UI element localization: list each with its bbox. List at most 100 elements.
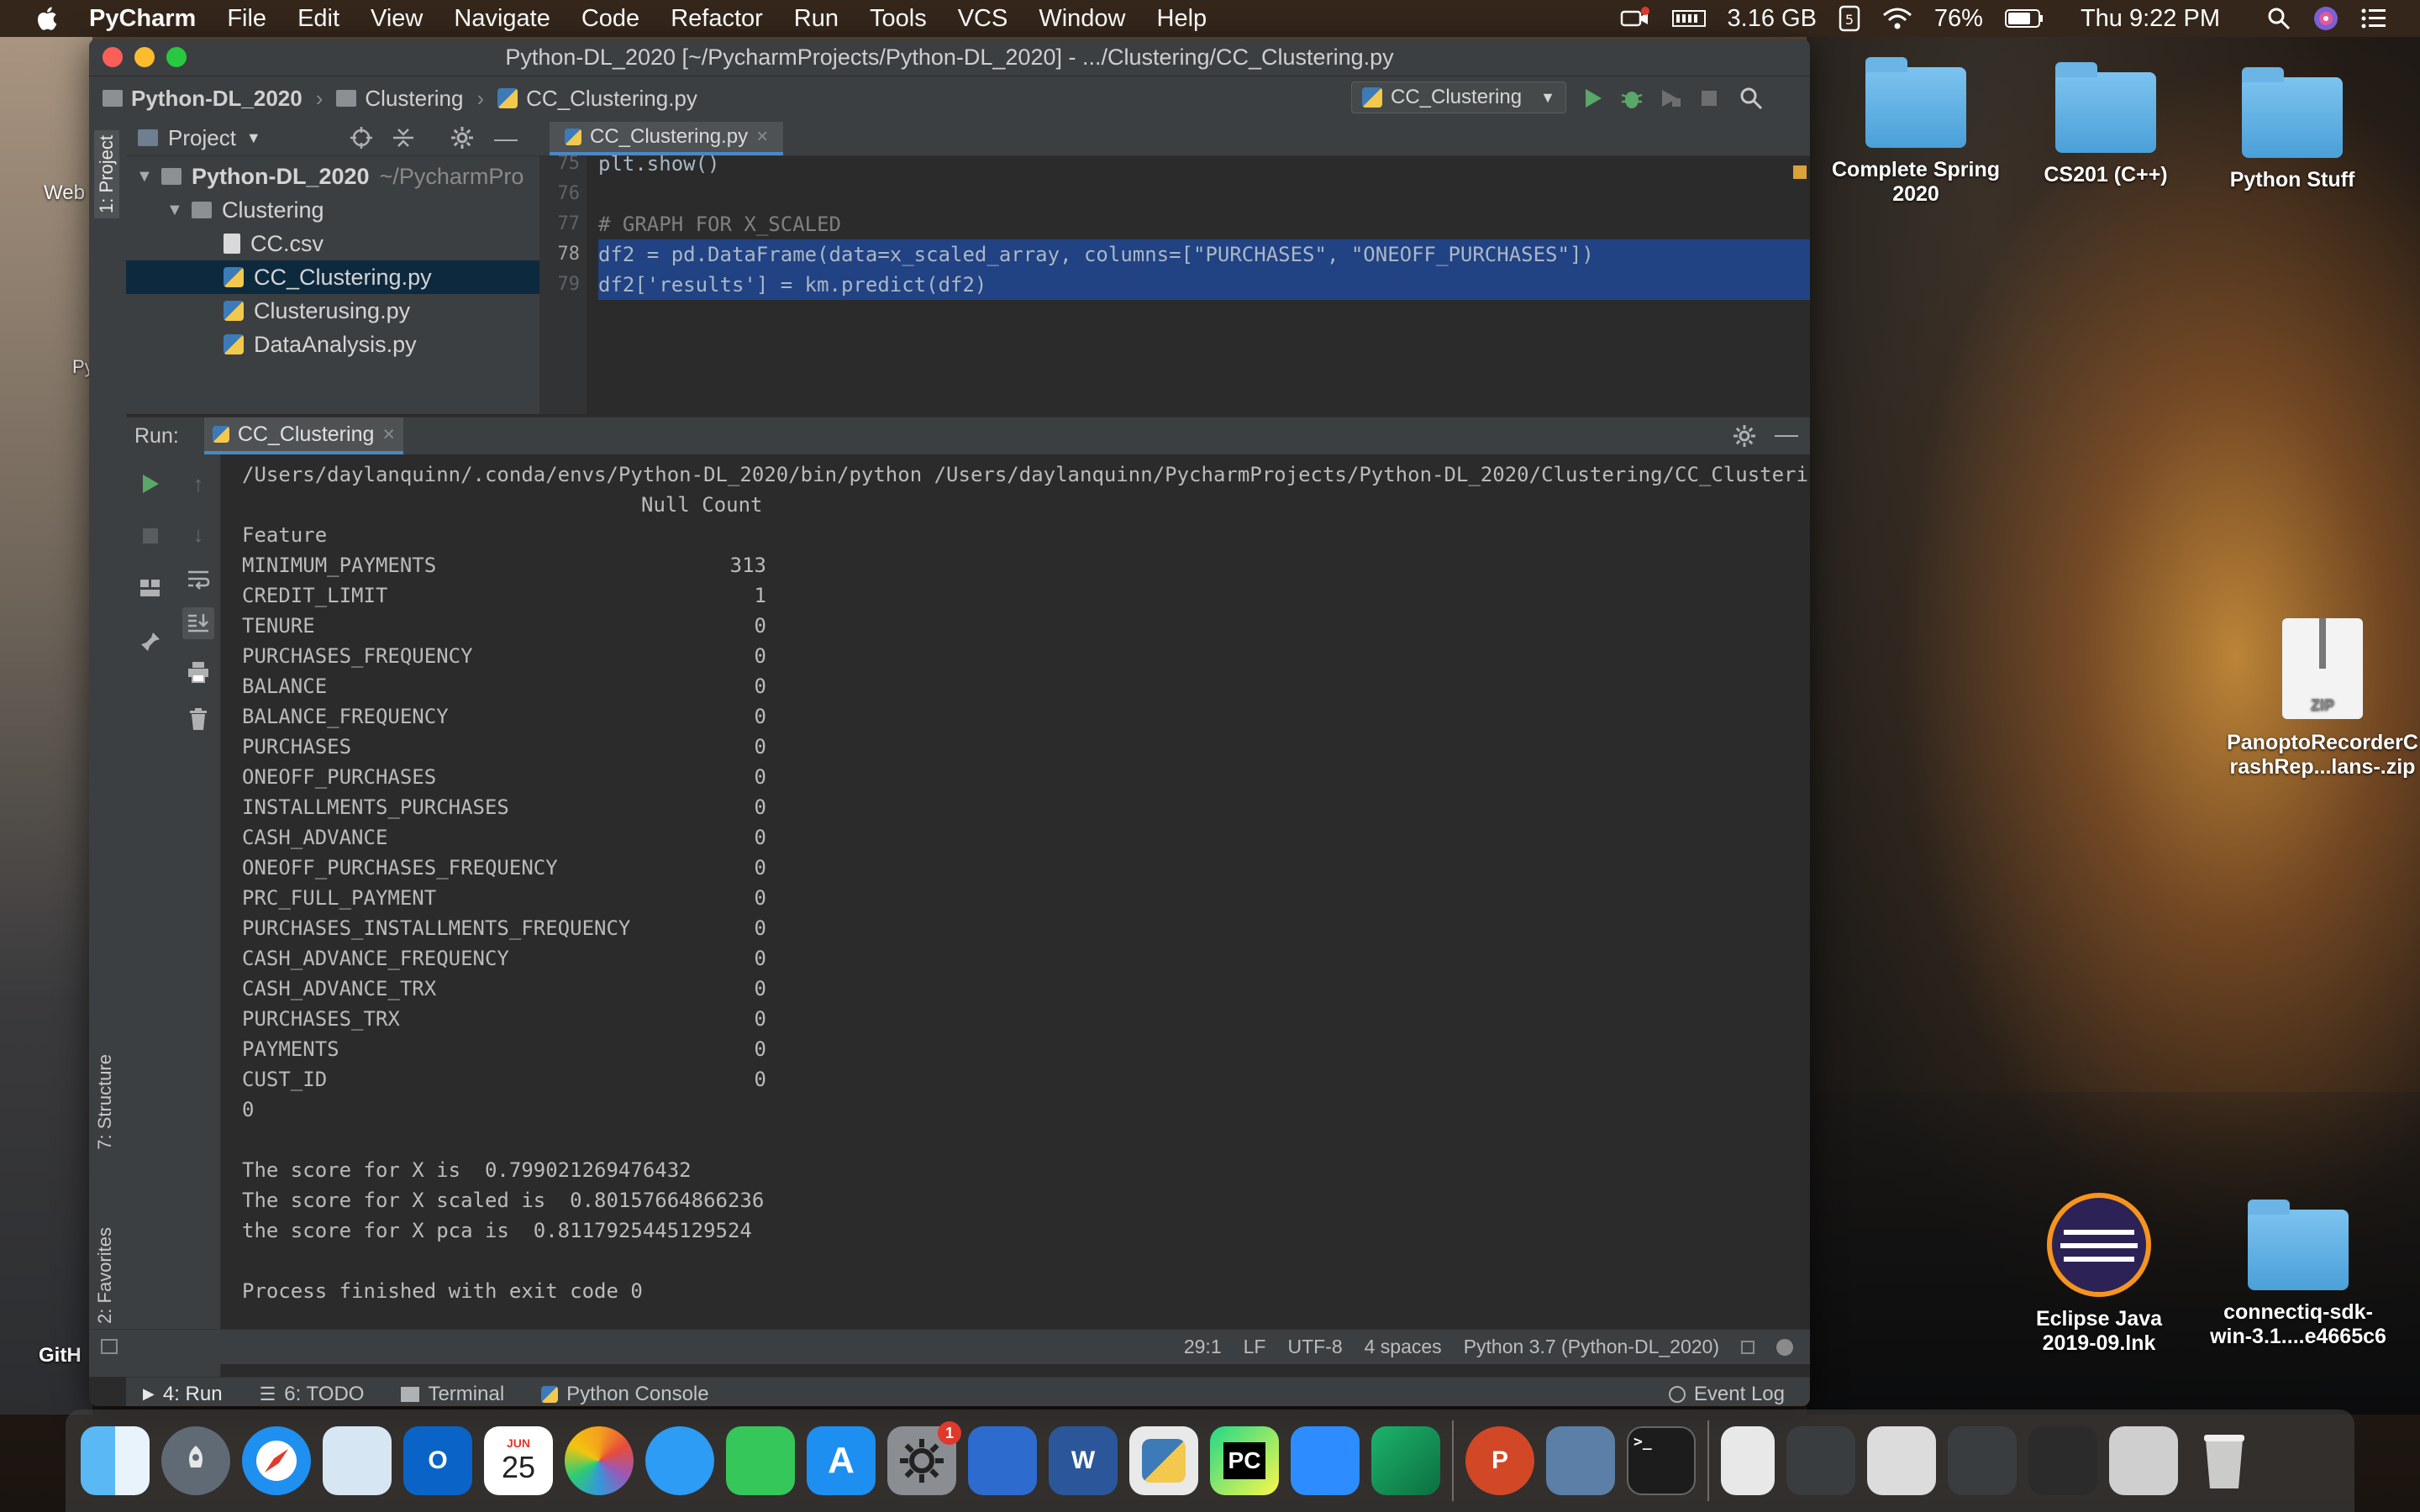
scroll-up-button[interactable]: ↑ — [186, 471, 211, 496]
line-separator[interactable]: LF — [1244, 1336, 1266, 1358]
dock-word[interactable]: W — [1049, 1426, 1118, 1495]
soft-wrap-button[interactable] — [186, 567, 211, 592]
camera-muted-icon[interactable] — [1620, 7, 1650, 30]
locate-file-icon[interactable] — [350, 126, 373, 150]
settings-gear-icon[interactable] — [450, 126, 474, 150]
zoom-window-button[interactable] — [166, 47, 187, 67]
dock-finder[interactable] — [81, 1426, 150, 1495]
python-interpreter[interactable]: Python 3.7 (Python-DL_2020) — [1464, 1336, 1719, 1358]
dock-minimized-window[interactable] — [1948, 1426, 2017, 1495]
project-tool-tab[interactable]: 1: Project — [94, 130, 119, 218]
dock-calendar[interactable]: JUN 25 — [484, 1426, 553, 1495]
desktop-folder-python-stuff[interactable]: Python Stuff — [2208, 67, 2376, 192]
print-button[interactable] — [186, 659, 211, 685]
code-line-selected[interactable]: df2['results'] = km.predict(df2) — [598, 270, 1810, 300]
menu-navigate[interactable]: Navigate — [454, 5, 550, 33]
collapse-all-icon[interactable] — [392, 126, 415, 150]
pin-button[interactable] — [138, 629, 163, 654]
expand-arrow-icon[interactable]: ▼ — [166, 201, 192, 220]
stop-button[interactable] — [1696, 85, 1723, 112]
run-button[interactable] — [1580, 85, 1607, 112]
dock-trash[interactable] — [2190, 1426, 2259, 1495]
scroll-down-button[interactable]: ↓ — [186, 522, 211, 547]
search-everywhere-button[interactable] — [1738, 85, 1765, 112]
indentation[interactable]: 4 spaces — [1365, 1336, 1442, 1358]
structure-tool-tab[interactable]: 7: Structure — [94, 1054, 116, 1150]
dock-pycharm[interactable]: PC — [1210, 1426, 1279, 1495]
battery-icon[interactable] — [2004, 8, 2044, 29]
spotlight-search-icon[interactable] — [2267, 7, 2291, 30]
menu-code[interactable]: Code — [581, 5, 639, 33]
dock-photos[interactable] — [565, 1426, 634, 1495]
dock-powerpoint[interactable]: P — [1465, 1426, 1534, 1495]
dock-downloads-stack[interactable] — [1721, 1426, 1775, 1495]
menu-refactor[interactable]: Refactor — [671, 5, 763, 33]
memory-usage[interactable]: 3.16 GB — [1728, 5, 1817, 33]
wifi-icon[interactable] — [1882, 7, 1912, 30]
rerun-button[interactable] — [138, 471, 163, 496]
tree-item-dataanalysis[interactable]: DataAnalysis.py — [126, 328, 539, 361]
file-encoding[interactable]: UTF-8 — [1287, 1336, 1342, 1358]
layout-button[interactable] — [138, 575, 163, 601]
tree-item-clustering-folder[interactable]: ▼ Clustering — [126, 193, 539, 227]
breadcrumb-file[interactable]: CC_Clustering.py — [526, 86, 697, 112]
tool-tab-todo[interactable]: ☰ 6: TODO — [260, 1383, 365, 1406]
code-line-comment[interactable]: # GRAPH FOR X_SCALED — [598, 209, 1810, 239]
dock-terminal[interactable]: >_ — [1627, 1426, 1696, 1495]
expand-arrow-icon[interactable]: ▼ — [136, 167, 161, 186]
close-window-button[interactable] — [103, 47, 123, 67]
menu-tools[interactable]: Tools — [870, 5, 927, 33]
dock-launchpad[interactable] — [161, 1426, 230, 1495]
desktop-zip-panopto[interactable]: ZIP PanoptoRecorderCrashRep...lans-.zip — [2227, 618, 2418, 780]
clock[interactable]: Thu 9:22 PM — [2081, 5, 2220, 33]
siri-icon[interactable] — [2312, 5, 2339, 32]
dock-python-launcher[interactable] — [1129, 1426, 1198, 1495]
dock-facetime[interactable] — [726, 1426, 795, 1495]
dock-image-capture[interactable] — [1546, 1426, 1615, 1495]
dock-parallels[interactable] — [968, 1426, 1037, 1495]
favorites-tool-tab[interactable]: 2: Favorites — [94, 1227, 116, 1324]
memory-icon[interactable] — [1671, 8, 1706, 29]
debug-button[interactable] — [1618, 85, 1645, 112]
menu-view[interactable]: View — [371, 5, 423, 33]
warning-marker[interactable] — [1793, 165, 1807, 179]
run-console-output[interactable]: /Users/daylanquinn/.conda/envs/Python-DL… — [222, 454, 1810, 1377]
scroll-to-end-button[interactable] — [182, 607, 214, 639]
run-with-coverage-button[interactable] — [1657, 85, 1684, 112]
notification-center-icon[interactable] — [2361, 8, 2386, 29]
dock-system-preferences[interactable]: 1 — [887, 1421, 961, 1495]
dock-minimized-window[interactable] — [1786, 1426, 1855, 1495]
dock-app-store[interactable]: A — [807, 1426, 876, 1495]
tree-item-clusterusing[interactable]: Clusterusing.py — [126, 294, 539, 328]
desktop-folder-cs201[interactable]: CS201 (C++) — [2022, 62, 2190, 187]
lock-icon[interactable] — [1741, 1340, 1754, 1354]
dock-minimized-window[interactable] — [2028, 1426, 2097, 1495]
breadcrumb-project[interactable]: Python-DL_2020 — [131, 86, 302, 112]
window-titlebar[interactable]: Python-DL_2020 [~/PycharmProjects/Python… — [89, 39, 1810, 76]
apple-icon[interactable] — [34, 5, 59, 32]
dock-pycharm-edu[interactable] — [1371, 1426, 1440, 1495]
tree-item-cc-clustering[interactable]: CC_Clustering.py — [126, 260, 539, 294]
menu-window[interactable]: Window — [1039, 5, 1125, 33]
menu-help[interactable]: Help — [1157, 5, 1207, 33]
menu-app-name[interactable]: PyCharm — [89, 5, 196, 33]
dock-minimized-window[interactable] — [2109, 1426, 2178, 1495]
tool-tab-terminal[interactable]: Terminal — [401, 1383, 504, 1406]
code-line[interactable]: plt.show() — [598, 155, 1810, 179]
dock-messages[interactable] — [645, 1426, 714, 1495]
menu-vcs[interactable]: VCS — [958, 5, 1008, 33]
run-tab-cc-clustering[interactable]: CC_Clustering × — [203, 417, 403, 454]
menu-file[interactable]: File — [227, 5, 266, 33]
desktop-shortcut-eclipse[interactable]: Eclipse Java 2019-09.lnk — [2015, 1193, 2183, 1356]
close-tab-icon[interactable]: × — [382, 423, 395, 447]
code-area[interactable]: plt.show() # GRAPH FOR X_SCALED df2 = pd… — [598, 155, 1810, 414]
inspector-icon[interactable] — [1776, 1338, 1793, 1356]
chevron-down-icon[interactable]: ▼ — [246, 129, 261, 147]
settings-gear-icon[interactable] — [1733, 424, 1756, 448]
tool-tab-event-log[interactable]: Event Log — [1668, 1383, 1785, 1406]
toggle-tool-windows-icon[interactable] — [101, 1339, 118, 1354]
menu-edit[interactable]: Edit — [297, 5, 339, 33]
dock-preview[interactable] — [323, 1426, 392, 1495]
tree-item-project-root[interactable]: ▼ Python-DL_2020 ~/PycharmPro — [126, 160, 539, 193]
code-line[interactable] — [598, 179, 1810, 209]
